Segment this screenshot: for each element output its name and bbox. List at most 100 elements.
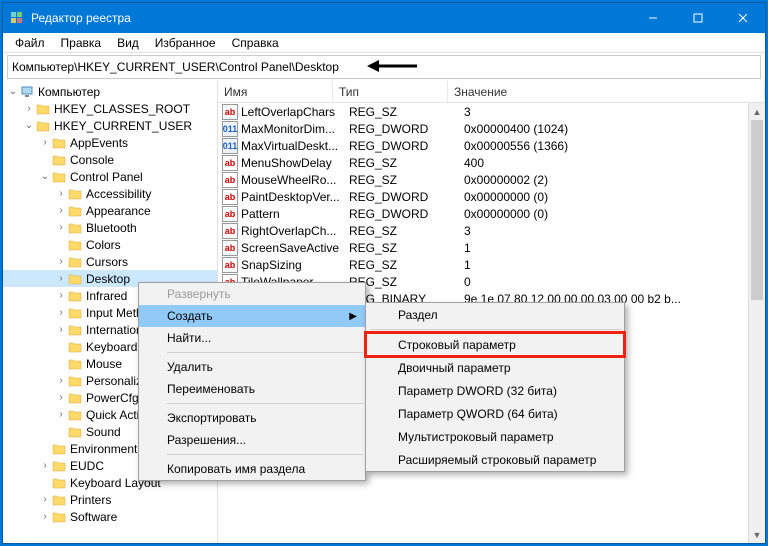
new-binary-value[interactable]: Двоичный параметр: [366, 356, 624, 379]
new-qword-value[interactable]: Параметр QWORD (64 бита): [366, 402, 624, 425]
menu-view[interactable]: Вид: [109, 34, 147, 52]
value-type: REG_SZ: [349, 156, 464, 170]
tree-item[interactable]: ›Printers: [3, 491, 217, 508]
tree-item[interactable]: ›HKEY_CLASSES_ROOT: [3, 100, 217, 117]
tree-item[interactable]: ›AppEvents: [3, 134, 217, 151]
col-data[interactable]: Значение: [448, 81, 765, 102]
new-key[interactable]: Раздел: [366, 303, 624, 326]
tree-label: HKEY_CURRENT_USER: [54, 119, 192, 133]
menu-help[interactable]: Справка: [224, 34, 287, 52]
value-name: Pattern: [241, 207, 349, 221]
tree-item[interactable]: ›Accessibility: [3, 185, 217, 202]
chevron-icon[interactable]: ›: [55, 375, 67, 386]
chevron-icon[interactable]: ›: [55, 256, 67, 267]
scroll-down-icon[interactable]: ▼: [749, 526, 765, 543]
chevron-icon[interactable]: ›: [23, 103, 35, 114]
value-row[interactable]: abRightOverlapCh...REG_SZ3: [218, 222, 765, 239]
menu-file[interactable]: Файл: [7, 34, 53, 52]
folder-icon: [67, 391, 83, 405]
value-type-icon: ab: [222, 240, 238, 256]
value-data: 0x00000556 (1366): [464, 139, 765, 153]
value-row[interactable]: abLeftOverlapCharsREG_SZ3: [218, 103, 765, 120]
chevron-icon[interactable]: ⌄: [39, 171, 51, 182]
chevron-icon[interactable]: ›: [39, 494, 51, 505]
new-expandstring-value[interactable]: Расширяемый строковый параметр: [366, 448, 624, 471]
value-type: REG_DWORD: [349, 190, 464, 204]
chevron-icon[interactable]: ›: [39, 137, 51, 148]
chevron-icon[interactable]: ›: [39, 511, 51, 522]
menu-favorites[interactable]: Избранное: [147, 34, 224, 52]
new-multistring-value[interactable]: Мультистроковый параметр: [366, 425, 624, 448]
folder-icon: [67, 425, 83, 439]
chevron-icon[interactable]: ›: [55, 290, 67, 301]
ctx-find[interactable]: Найти...: [139, 327, 365, 349]
value-data: 0x00000000 (0): [464, 190, 765, 204]
value-name: SnapSizing: [241, 258, 349, 272]
tree-item[interactable]: ⌄ Control Panel: [3, 168, 217, 185]
value-row[interactable]: abPatternREG_DWORD0x00000000 (0): [218, 205, 765, 222]
value-row[interactable]: 011MaxVirtualDeskt...REG_DWORD0x00000556…: [218, 137, 765, 154]
value-name: MaxVirtualDeskt...: [241, 139, 349, 153]
folder-icon: [67, 306, 83, 320]
tree-label: Mouse: [86, 357, 122, 371]
column-headers: Имя Тип Значение: [218, 81, 765, 103]
chevron-icon[interactable]: ›: [55, 392, 67, 403]
folder-icon: [51, 459, 67, 473]
scroll-up-icon[interactable]: ▲: [749, 103, 765, 120]
value-row[interactable]: 011MaxMonitorDim...REG_DWORD0x00000400 (…: [218, 120, 765, 137]
ctx-delete[interactable]: Удалить: [139, 356, 365, 378]
value-data: 0x00000400 (1024): [464, 122, 765, 136]
value-row[interactable]: abMenuShowDelayREG_SZ400: [218, 154, 765, 171]
col-name[interactable]: Имя: [218, 81, 333, 102]
chevron-icon[interactable]: ›: [55, 307, 67, 318]
scroll-thumb[interactable]: [751, 120, 763, 300]
value-row[interactable]: abMouseWheelRo...REG_SZ0x00000002 (2): [218, 171, 765, 188]
window-title: Редактор реестра: [31, 11, 630, 25]
folder-icon: [35, 119, 51, 133]
ctx-rename[interactable]: Переименовать: [139, 378, 365, 400]
address-bar[interactable]: Компьютер\HKEY_CURRENT_USER\Control Pane…: [7, 55, 761, 79]
ctx-export[interactable]: Экспортировать: [139, 407, 365, 429]
folder-icon: [67, 357, 83, 371]
new-dword-value[interactable]: Параметр DWORD (32 бита): [366, 379, 624, 402]
ctx-permissions[interactable]: Разрешения...: [139, 429, 365, 451]
ctx-new[interactable]: Создать▶: [139, 305, 365, 327]
minimize-button[interactable]: [630, 3, 675, 33]
tree-item[interactable]: ›Appearance: [3, 202, 217, 219]
tree-root[interactable]: ⌄Компьютер: [3, 83, 217, 100]
value-type-icon: 011: [222, 138, 238, 154]
chevron-icon[interactable]: ›: [55, 324, 67, 335]
ctx-copy-key-name[interactable]: Копировать имя раздела: [139, 458, 365, 480]
col-type[interactable]: Тип: [333, 81, 448, 102]
chevron-icon[interactable]: ›: [55, 273, 67, 284]
separator: [370, 329, 622, 330]
new-string-value[interactable]: Строковый параметр: [366, 333, 624, 356]
folder-icon: [67, 187, 83, 201]
value-row[interactable]: abScreenSaveActiveREG_SZ1: [218, 239, 765, 256]
tree-item[interactable]: ›Cursors: [3, 253, 217, 270]
value-row[interactable]: abSnapSizingREG_SZ1: [218, 256, 765, 273]
chevron-icon[interactable]: ›: [55, 188, 67, 199]
scrollbar[interactable]: ▲ ▼: [748, 103, 765, 543]
ctx-expand[interactable]: Развернуть: [139, 283, 365, 305]
menubar: Файл Правка Вид Избранное Справка: [3, 33, 765, 53]
maximize-button[interactable]: [675, 3, 720, 33]
value-type-icon: ab: [222, 189, 238, 205]
tree-label: Control Panel: [70, 170, 143, 184]
tree-item[interactable]: ›Bluetooth: [3, 219, 217, 236]
close-button[interactable]: [720, 3, 765, 33]
tree-item[interactable]: ⌄ HKEY_CURRENT_USER: [3, 117, 217, 134]
chevron-icon[interactable]: ›: [55, 222, 67, 233]
value-data: 1: [464, 258, 765, 272]
value-row[interactable]: abPaintDesktopVer...REG_DWORD0x00000000 …: [218, 188, 765, 205]
chevron-icon[interactable]: ⌄: [23, 120, 35, 131]
tree-item[interactable]: ›Software: [3, 508, 217, 525]
chevron-icon[interactable]: ›: [39, 460, 51, 471]
tree-item[interactable]: Colors: [3, 236, 217, 253]
tree-item[interactable]: Console: [3, 151, 217, 168]
folder-icon: [51, 476, 67, 490]
context-menu: Развернуть Создать▶ Найти... Удалить Пер…: [138, 282, 366, 481]
chevron-icon[interactable]: ›: [55, 409, 67, 420]
chevron-icon[interactable]: ›: [55, 205, 67, 216]
menu-edit[interactable]: Правка: [53, 34, 110, 52]
